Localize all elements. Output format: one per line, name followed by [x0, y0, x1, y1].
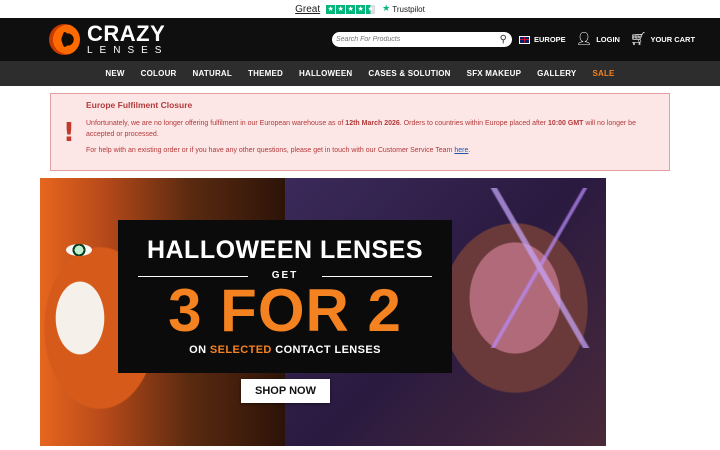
- cart-label: YOUR CART: [650, 35, 696, 44]
- notice-date: 12th March 2026: [345, 120, 400, 127]
- nav-item-halloween[interactable]: HALLOWEEN: [299, 69, 352, 78]
- exclamation-icon: !: [63, 118, 75, 148]
- uk-flag-icon: [519, 35, 530, 44]
- nav-item-gallery[interactable]: GALLERY: [537, 69, 576, 78]
- login-label: LOGIN: [596, 35, 620, 44]
- notice-help: For help with an existing order or if yo…: [86, 147, 471, 154]
- logo-text-line2: LENSES: [87, 45, 169, 56]
- promo-subtitle: ON SELECTED CONTACT LENSES: [189, 344, 381, 356]
- cart-link[interactable]: 🛒︎ YOUR CART: [630, 32, 695, 47]
- promo-offer: 3 FOR 2: [168, 277, 402, 344]
- nav-item-cases-solution[interactable]: CASES & SOLUTION: [368, 69, 450, 78]
- star-icon: ★: [336, 4, 346, 14]
- logo-text-line1: CRAZY: [87, 21, 166, 46]
- nav-item-sale[interactable]: SALE: [592, 69, 614, 78]
- lightning-effect: [480, 188, 600, 348]
- shop-now-button[interactable]: SHOP NOW: [241, 379, 330, 403]
- notice-banner: ! Europe Fulfilment Closure Unfortunatel…: [50, 93, 670, 171]
- promo-highlight: SELECTED: [209, 344, 272, 356]
- halloween-promo-banner[interactable]: HALLOWEEN LENSES GET 3 FOR 2 ON SELECTED…: [40, 178, 606, 446]
- site-logo[interactable]: CRAZY LENSES: [49, 23, 168, 56]
- search-icon[interactable]: ⚲: [500, 34, 507, 45]
- star-half-icon: ★: [366, 4, 376, 14]
- notice-title: Europe Fulfilment Closure: [86, 100, 193, 110]
- nav-item-themed[interactable]: THEMED: [248, 69, 283, 78]
- trustpilot-rating-word[interactable]: Great: [295, 4, 320, 15]
- site-header: CRAZY LENSES ⚲ EUROPE 👤︎ LOGIN 🛒︎ YOUR C…: [0, 18, 720, 61]
- promo-headline: HALLOWEEN LENSES: [146, 236, 424, 264]
- star-icon: ★: [326, 4, 336, 14]
- customer-service-link[interactable]: here: [454, 147, 468, 154]
- star-icon: ★: [346, 4, 356, 14]
- main-nav: NEW COLOUR NATURAL THEMED HALLOWEEN CASE…: [0, 61, 720, 86]
- user-icon: 👤︎: [575, 32, 593, 47]
- search-box: ⚲: [332, 32, 512, 47]
- trustpilot-star-icon: ★: [382, 4, 391, 14]
- search-input[interactable]: [332, 35, 488, 44]
- trustpilot-stars: ★ ★ ★ ★ ★: [326, 4, 376, 14]
- nav-item-natural[interactable]: NATURAL: [193, 69, 232, 78]
- cart-icon: 🛒︎: [629, 32, 647, 47]
- trustpilot-logo: ★ Trustpilot: [382, 4, 425, 14]
- star-icon: ★: [356, 4, 366, 14]
- region-label: EUROPE: [534, 35, 566, 44]
- promo-box: HALLOWEEN LENSES GET 3 FOR 2 ON SELECTED…: [118, 220, 452, 373]
- eye-logo-icon: [49, 24, 80, 55]
- trustpilot-brand: Trustpilot: [392, 4, 425, 14]
- nav-item-sfx-makeup[interactable]: SFX MAKEUP: [467, 69, 521, 78]
- nav-item-new[interactable]: NEW: [105, 69, 124, 78]
- trustpilot-bar[interactable]: Great ★ ★ ★ ★ ★ ★ Trustpilot: [0, 0, 720, 18]
- notice-body: Unfortunately, we are no longer offering…: [86, 120, 636, 138]
- green-eye-image: [66, 244, 92, 256]
- region-selector[interactable]: EUROPE: [519, 35, 566, 44]
- login-link[interactable]: 👤︎ LOGIN: [576, 32, 620, 47]
- notice-time: 10:00 GMT: [548, 120, 584, 127]
- nav-item-colour[interactable]: COLOUR: [141, 69, 177, 78]
